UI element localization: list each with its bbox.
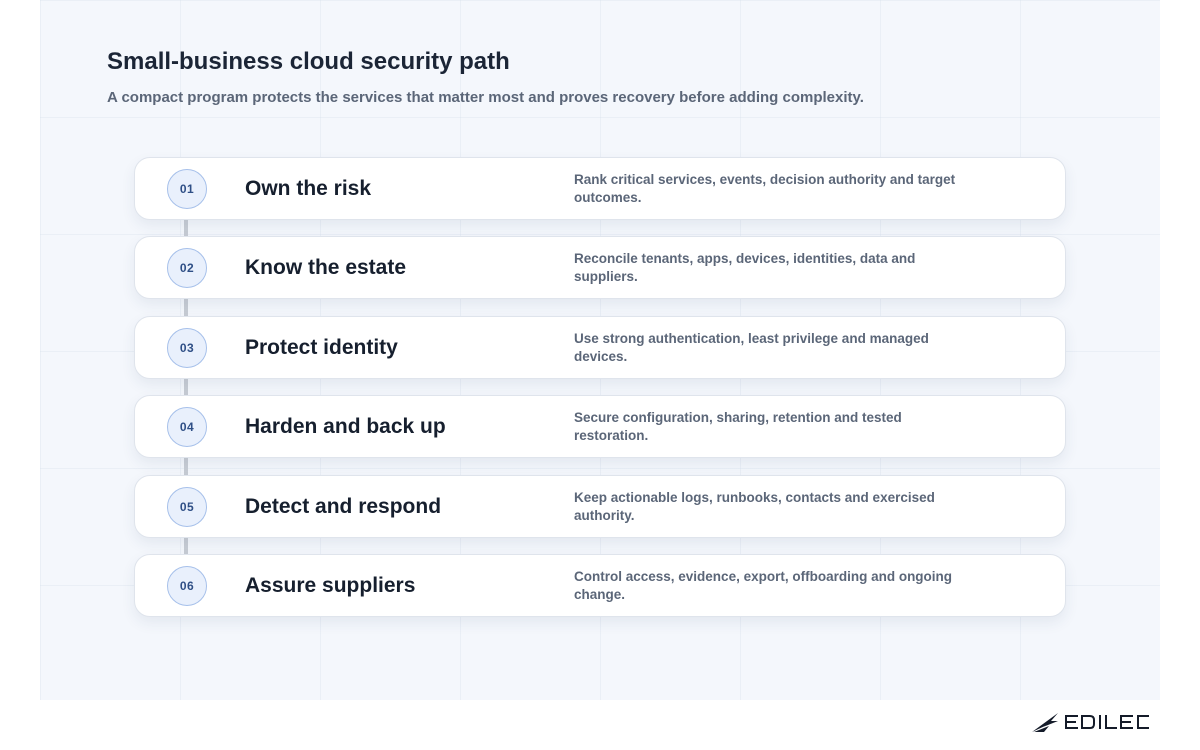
step-card-4: 04 Harden and back up Secure configurati…	[134, 395, 1066, 458]
security-path-steps: 01 Own the risk Rank critical services, …	[134, 157, 1066, 617]
step-number-badge: 01	[167, 169, 207, 209]
step-description: Keep actionable logs, runbooks, contacts…	[574, 490, 935, 523]
edilec-wordmark	[1065, 715, 1149, 729]
step-description: Rank critical services, events, decision…	[574, 172, 956, 205]
step-description: Use strong authentication, least privile…	[574, 331, 929, 364]
step-title: Protect identity	[245, 336, 398, 359]
step-title: Assure suppliers	[245, 574, 416, 597]
step-title: Harden and back up	[245, 415, 446, 438]
page-title: Small-business cloud security path	[107, 48, 510, 75]
step-card-5: 05 Detect and respond Keep actionable lo…	[134, 475, 1066, 538]
step-description: Control access, evidence, export, offboa…	[574, 569, 953, 602]
page-subtitle: A compact program protects the services …	[107, 89, 864, 106]
step-card-1: 01 Own the risk Rank critical services, …	[134, 157, 1066, 220]
step-card-6: 06 Assure suppliers Control access, evid…	[134, 554, 1066, 617]
step-number-badge: 02	[167, 248, 207, 288]
edilec-logo	[1032, 713, 1149, 732]
step-title: Know the estate	[245, 256, 407, 279]
step-number-badge: 06	[167, 566, 207, 606]
step-number-badge: 04	[167, 407, 207, 447]
step-title: Own the risk	[245, 177, 372, 200]
step-number-badge: 05	[167, 487, 207, 527]
step-number-badge: 03	[167, 328, 207, 368]
step-title: Detect and respond	[245, 495, 442, 518]
step-description: Reconcile tenants, apps, devices, identi…	[574, 251, 916, 284]
step-card-3: 03 Protect identity Use strong authentic…	[134, 316, 1066, 379]
step-card-2: 02 Know the estate Reconcile tenants, ap…	[134, 236, 1066, 299]
edilec-wing-icon	[1032, 713, 1058, 732]
step-description: Secure configuration, sharing, retention…	[574, 410, 902, 443]
